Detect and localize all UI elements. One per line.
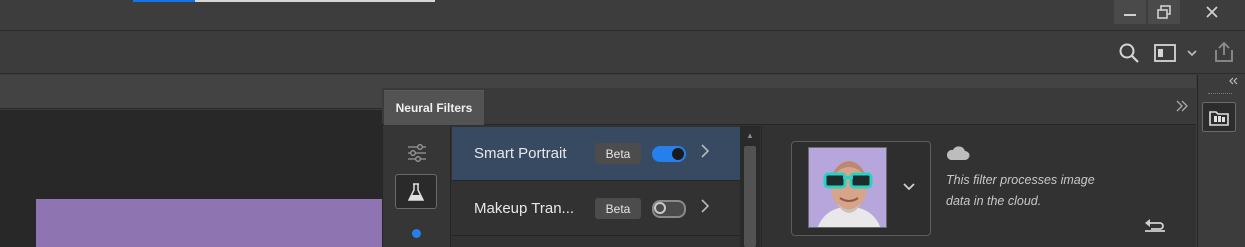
reference-dropdown-button[interactable] [899, 177, 919, 197]
options-bar [0, 32, 1245, 74]
restore-button[interactable] [1148, 0, 1180, 24]
reset-button[interactable] [1142, 214, 1168, 234]
filter-row-smart-portrait[interactable]: Smart Portrait Beta [452, 127, 740, 181]
right-panel-dock [1197, 75, 1245, 247]
all-filters-button[interactable] [406, 144, 428, 162]
toggle-knob [672, 147, 684, 160]
flask-icon [407, 182, 425, 201]
dock-collapse-button[interactable] [1226, 75, 1240, 87]
filter-toggle[interactable] [652, 200, 686, 218]
workspace-icon [1154, 44, 1197, 62]
share-button[interactable] [1212, 40, 1236, 64]
close-icon [1206, 6, 1218, 18]
active-indicator-dot [412, 229, 421, 238]
document-tab-indicator[interactable] [195, 0, 435, 2]
share-icon [1215, 41, 1233, 62]
minimize-button[interactable] [1114, 0, 1146, 24]
chevron-down-icon [903, 183, 915, 191]
scroll-up-icon[interactable]: ▲ [744, 129, 756, 141]
workspace-switcher[interactable] [1154, 43, 1200, 63]
beta-badge: Beta [595, 198, 641, 219]
toggle-knob [654, 202, 666, 214]
sliders-icon [408, 144, 426, 162]
chevron-right-icon[interactable] [700, 199, 710, 218]
panel-collapse-button[interactable] [1172, 96, 1192, 116]
minimize-icon [1124, 14, 1136, 16]
reference-thumbnail[interactable] [808, 147, 887, 228]
title-bar [0, 0, 1245, 31]
reset-icon [1145, 219, 1165, 232]
beta-badge: Beta [595, 143, 641, 164]
filter-name: Makeup Tran... [474, 200, 575, 217]
portrait-thumbnail-image [809, 148, 886, 227]
beta-filters-button[interactable] [395, 174, 437, 209]
search-button[interactable] [1118, 42, 1140, 64]
scrollbar-thumb[interactable] [744, 146, 756, 247]
filter-name: Smart Portrait [474, 145, 567, 162]
double-chevron-right-icon [1176, 100, 1188, 112]
cloud-processing-notice: This filter processes image data in the … [946, 173, 1095, 208]
libraries-icon [1209, 111, 1229, 126]
cloud-icon [945, 143, 971, 163]
document-tab-active-indicator[interactable] [133, 0, 195, 2]
document-image[interactable] [36, 199, 382, 247]
tab-label: Neural Filters [395, 101, 473, 115]
filter-row-makeup-transfer[interactable]: Makeup Tran... Beta [452, 182, 740, 236]
search-icon [1119, 43, 1139, 63]
panel-tab-bar [382, 88, 1196, 125]
dock-grip-handle[interactable] [1208, 93, 1232, 96]
close-button[interactable] [1182, 0, 1242, 24]
chevron-right-icon[interactable] [700, 144, 710, 163]
double-chevron-left-icon [1229, 77, 1238, 85]
filter-toggle[interactable] [652, 145, 686, 162]
tab-neural-filters[interactable]: Neural Filters [384, 90, 484, 125]
restore-icon [1157, 5, 1171, 19]
libraries-panel-button[interactable] [1202, 102, 1236, 132]
